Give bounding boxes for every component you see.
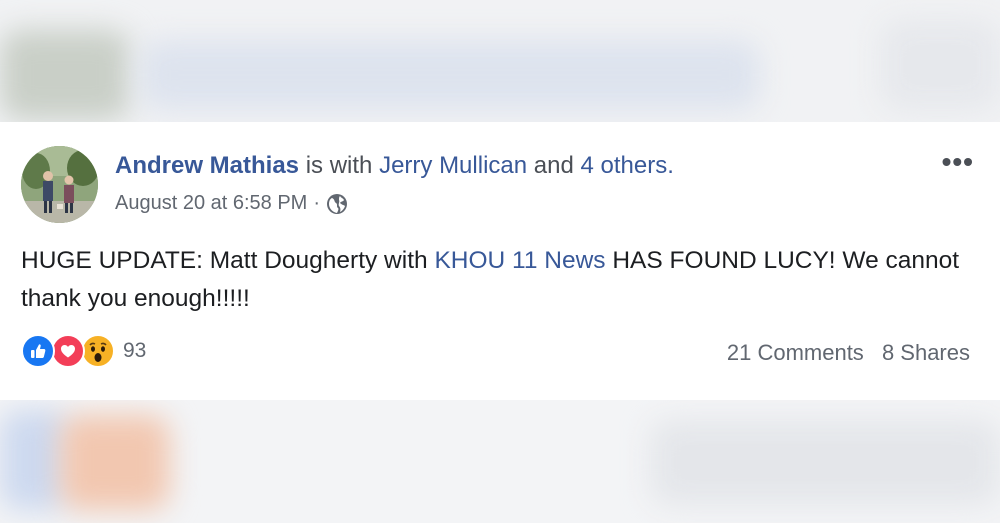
page-mention-link[interactable]: KHOU 11 News bbox=[434, 247, 605, 274]
post-text-part1: HUGE UPDATE: Matt Dougherty with bbox=[21, 247, 428, 274]
comments-count-link[interactable]: 21 Comments bbox=[727, 340, 864, 365]
post-meta: August 20 at 6:58 PM · bbox=[115, 192, 348, 215]
love-icon bbox=[51, 334, 85, 368]
shares-count-link[interactable]: 8 Shares bbox=[882, 340, 970, 365]
reactions-summary[interactable]: 93 bbox=[21, 334, 146, 368]
with-text: is with bbox=[305, 152, 373, 179]
blurred-header-region bbox=[0, 0, 1000, 122]
more-options-icon[interactable]: ••• bbox=[942, 148, 974, 176]
post-body: HUGE UPDATE: Matt Dougherty with KHOU 11… bbox=[21, 242, 971, 318]
like-icon bbox=[21, 334, 55, 368]
and-text: and bbox=[533, 152, 574, 179]
post-header: Andrew Mathias is with Jerry Mullican an… bbox=[115, 152, 674, 180]
author-avatar[interactable] bbox=[21, 146, 98, 223]
blurred-footer-region bbox=[0, 400, 1000, 523]
reaction-count: 93 bbox=[123, 339, 147, 362]
tagged-person-link[interactable]: Jerry Mullican bbox=[379, 152, 527, 179]
globe-icon[interactable] bbox=[326, 193, 348, 215]
timestamp-link[interactable]: August 20 at 6:58 PM bbox=[115, 192, 307, 215]
meta-separator: · bbox=[313, 192, 321, 214]
author-name-link[interactable]: Andrew Mathias bbox=[115, 152, 299, 179]
post-stats: 21 Comments 8 Shares bbox=[727, 340, 970, 366]
wow-icon bbox=[81, 334, 115, 368]
feed-post: Andrew Mathias is with Jerry Mullican an… bbox=[0, 122, 1000, 400]
others-link[interactable]: 4 others. bbox=[580, 152, 673, 179]
